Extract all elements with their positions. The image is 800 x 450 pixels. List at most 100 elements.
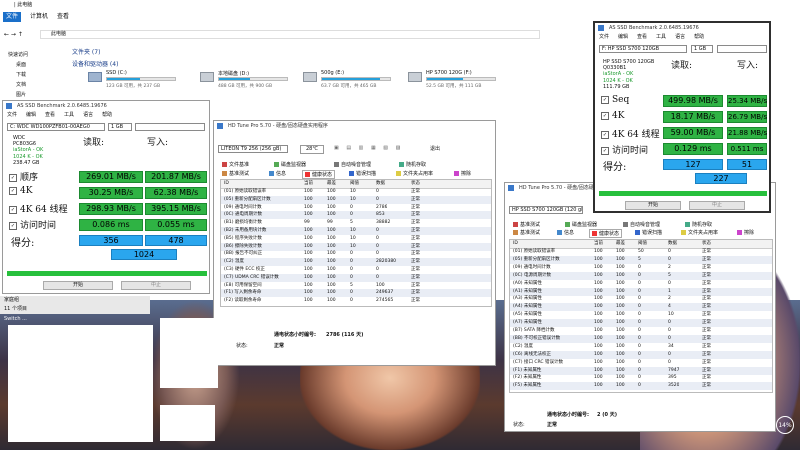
tab-folder-usage[interactable]: 文件夹占用率 bbox=[681, 229, 718, 236]
checkbox[interactable]: ✓ bbox=[601, 146, 609, 155]
tab-error-scan[interactable]: 错误扫描 bbox=[349, 170, 376, 177]
tab-erase[interactable]: 擦除 bbox=[454, 170, 471, 177]
homegroup-item[interactable]: 家庭组 11 个项目 bbox=[0, 296, 150, 314]
checkbox[interactable]: ✓ bbox=[9, 186, 17, 195]
menu-item[interactable]: 帮助 bbox=[694, 34, 704, 40]
table-row[interactable]: (B6) 擦除失败计数 100 100 10 0 正常 bbox=[221, 242, 491, 251]
table-row[interactable]: (A4) 未知属性 100 100 0 4 正常 bbox=[510, 303, 772, 312]
menu-item[interactable]: 编辑 bbox=[26, 112, 36, 118]
row-4k64[interactable]: ✓ 4K 64 线程 bbox=[601, 127, 660, 140]
tab-erase[interactable]: 擦除 bbox=[737, 229, 754, 236]
table-row[interactable]: (A5) 未知属性 100 100 0 10 正常 bbox=[510, 311, 772, 319]
tab-aam[interactable]: 自动噪音管理 bbox=[334, 161, 371, 168]
tab-random-access[interactable]: 随机存取 bbox=[685, 221, 712, 228]
table-row[interactable]: (B1) 磨损均衡计数 99 99 5 38882 正常 bbox=[221, 219, 491, 227]
row-access-time[interactable]: ✓ 访问时间 bbox=[601, 143, 648, 156]
menu-item[interactable]: 编辑 bbox=[618, 34, 628, 40]
tab-error-scan[interactable]: 错误扫描 bbox=[635, 229, 662, 236]
table-row[interactable]: (E8) 可用保留空间 100 100 5 100 正常 bbox=[221, 282, 491, 290]
table-row[interactable]: (F2) 读取剩余寿命 100 100 0 274565 正常 bbox=[221, 297, 491, 305]
menu-item[interactable]: 工具 bbox=[656, 34, 666, 40]
checkbox[interactable]: ✓ bbox=[601, 111, 609, 120]
menu-item[interactable]: 帮助 bbox=[102, 112, 112, 118]
start-button[interactable]: 开始 bbox=[625, 201, 681, 210]
drive-select[interactable]: F: HP SSD S700 120GB bbox=[599, 45, 687, 53]
table-row[interactable]: (BB) 报告不可纠正 100 100 0 0 正常 bbox=[221, 250, 491, 258]
row-seq[interactable]: ✓ 顺序 bbox=[9, 170, 38, 183]
menu-item[interactable]: 文件 bbox=[599, 34, 609, 40]
table-row[interactable]: (B2) 未用备用块计数 100 100 10 0 正常 bbox=[221, 227, 491, 235]
table-row[interactable]: (A0) 未知属性 100 100 0 0 正常 bbox=[510, 280, 772, 288]
drive-select[interactable]: HP SSD S700 120GB (120 gB) bbox=[509, 206, 583, 214]
table-row[interactable]: (B7) SATA 降档计数 100 100 0 0 正常 bbox=[510, 327, 772, 335]
checkbox[interactable]: ✓ bbox=[9, 205, 17, 214]
sidebar-item-desktop[interactable]: 桌面 bbox=[8, 60, 58, 70]
tab-benchmark[interactable]: 基准测试 bbox=[513, 229, 540, 236]
size-select[interactable]: 1 GB bbox=[691, 45, 713, 53]
explorer-address-bar[interactable]: 此电脑 bbox=[40, 30, 540, 39]
table-row[interactable]: (0C) 通电周期计数 100 100 0 853 正常 bbox=[221, 211, 491, 220]
tab-aam[interactable]: 自动噪音管理 bbox=[623, 221, 660, 228]
row-4k[interactable]: ✓ 4K bbox=[9, 186, 32, 196]
checkbox[interactable]: ✓ bbox=[601, 130, 609, 139]
row-access-time[interactable]: ✓ 访问时间 bbox=[9, 218, 56, 231]
table-row[interactable]: (F2) 未知属性 100 100 0 395 正常 bbox=[510, 374, 772, 382]
menu-item[interactable]: 语言 bbox=[83, 112, 93, 118]
tab-benchmark[interactable]: 基准测试 bbox=[222, 170, 249, 177]
table-row[interactable]: (05) 重新分配扇区计数 100 100 5 0 正常 bbox=[510, 255, 772, 264]
nav-arrows[interactable]: ← → ↑ bbox=[4, 31, 23, 38]
tab-health[interactable]: 健康状态 bbox=[589, 229, 623, 238]
tab-disk-monitor[interactable]: 磁盘监视器 bbox=[274, 161, 306, 168]
table-row[interactable]: (C7) 接口 CRC 错误计数 100 100 0 0 正常 bbox=[510, 359, 772, 367]
folders-header[interactable]: 文件夹 (7) bbox=[72, 47, 100, 56]
menu-item[interactable]: 文件 bbox=[7, 112, 17, 118]
row-4k[interactable]: ✓ 4K bbox=[601, 111, 624, 121]
table-row[interactable]: (05) 重新分配扇区计数 100 100 10 0 正常 bbox=[221, 195, 491, 204]
menu-item[interactable]: 查看 bbox=[45, 112, 55, 118]
table-row[interactable]: (F5) 未知属性 100 100 0 3520 正常 bbox=[510, 382, 772, 391]
menu-view[interactable]: 查看 bbox=[57, 12, 69, 22]
tab-health[interactable]: 健康状态 bbox=[302, 170, 336, 179]
table-row[interactable]: (01) 原始读取错误率 100 100 10 0 正常 bbox=[221, 188, 491, 196]
drive-select[interactable]: C: WDC WD100PZFB01-00AEG0 bbox=[7, 123, 105, 131]
table-row[interactable]: (BB) 不可校正错误计数 100 100 0 0 正常 bbox=[510, 334, 772, 343]
table-row[interactable]: (C3) 硬件 ECC 校正 100 100 0 0 正常 bbox=[221, 266, 491, 274]
drives-header[interactable]: 设备和驱动器 (4) bbox=[72, 59, 118, 68]
table-row[interactable]: (0C) 电源周期计数 100 100 0 5 正常 bbox=[510, 271, 772, 280]
size-select[interactable]: 1 GB bbox=[108, 123, 132, 131]
table-row[interactable]: (09) 通电时间计数 100 100 0 2786 正常 bbox=[221, 204, 491, 212]
drive-e[interactable]: 500g (E:) 63.7 GB 可用，共 465 GB bbox=[303, 70, 393, 94]
table-row[interactable]: (A3) 未知属性 100 100 0 2 正常 bbox=[510, 295, 772, 303]
tab-disk-monitor[interactable]: 磁盘监视器 bbox=[565, 221, 597, 228]
menu-file[interactable]: 文件 bbox=[3, 12, 22, 22]
table-row[interactable]: (01) 原始读取错误率 100 100 50 0 正常 bbox=[510, 248, 772, 256]
exit-button[interactable]: 退出 bbox=[430, 145, 440, 152]
tab-file-benchmark[interactable]: 文件基准 bbox=[222, 161, 249, 168]
tab-benchmark-top[interactable]: 基准测试 bbox=[513, 221, 540, 228]
table-row[interactable]: (A1) 未知属性 100 100 0 1 正常 bbox=[510, 287, 772, 296]
extra-field[interactable] bbox=[717, 45, 767, 53]
menu-item[interactable]: 语言 bbox=[675, 34, 685, 40]
drive-select[interactable]: LITEON T9 256 (256 gB) bbox=[218, 145, 288, 153]
table-row[interactable]: (A7) 未知属性 100 100 0 0 正常 bbox=[510, 319, 772, 328]
tab-info[interactable]: 信息 bbox=[557, 229, 574, 236]
checkbox[interactable]: ✓ bbox=[9, 221, 17, 230]
drive-c[interactable]: SSD (C:) 123 GB 可用，共 237 GB bbox=[88, 70, 178, 94]
start-button[interactable]: 开始 bbox=[43, 281, 113, 290]
table-row[interactable]: (C7) UDMA CRC 错误计数 100 100 0 0 正常 bbox=[221, 273, 491, 282]
table-row[interactable]: (F1) 未知属性 100 100 0 7947 正常 bbox=[510, 366, 772, 375]
menu-item[interactable]: 工具 bbox=[64, 112, 74, 118]
sidebar-item-pictures[interactable]: 图片 bbox=[8, 90, 58, 100]
toolbar-icons[interactable]: ▣ ▤ ▥ ▦ ▧ ▨ bbox=[334, 145, 424, 154]
checkbox[interactable]: ✓ bbox=[9, 173, 17, 182]
table-row[interactable]: (C2) 温度 100 100 0 2820380 正常 bbox=[221, 258, 491, 267]
extra-field[interactable] bbox=[135, 123, 205, 131]
tab-info[interactable]: 信息 bbox=[269, 170, 286, 177]
table-row[interactable]: (C2) 温度 100 100 0 34 正常 bbox=[510, 343, 772, 351]
table-row[interactable]: (B5) 程序失败计数 100 100 10 0 正常 bbox=[221, 235, 491, 243]
drive-d[interactable]: 本地磁盘 (D:) 488 GB 可用，共 900 GB bbox=[200, 70, 290, 94]
sidebar-item-documents[interactable]: 文档 bbox=[8, 80, 58, 90]
abort-button[interactable]: 中止 bbox=[689, 201, 745, 210]
menu-computer[interactable]: 计算机 bbox=[30, 12, 48, 22]
tray-area[interactable]: 50.9℃ 14% bbox=[748, 412, 798, 442]
